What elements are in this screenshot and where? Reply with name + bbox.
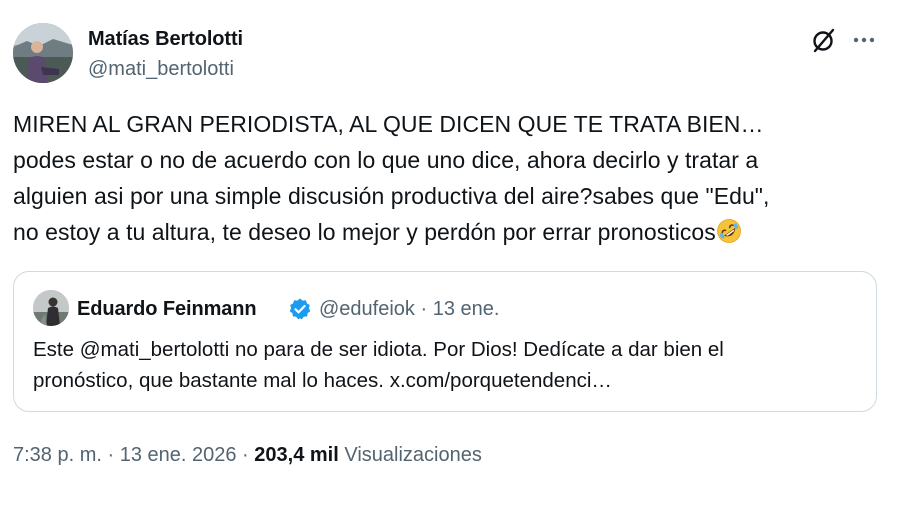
grok-icon[interactable] [808, 24, 840, 56]
tweet-text-line: MIREN AL GRAN PERIODISTA, AL QUE DICEN Q… [13, 111, 764, 137]
views-label: Visualizaciones [344, 444, 482, 466]
verified-badge-icon [288, 297, 312, 321]
quoted-text: Este @mati_bertolotti no para de ser idi… [33, 334, 863, 396]
tweet-text: MIREN AL GRAN PERIODISTA, AL QUE DICEN Q… [13, 106, 888, 250]
quoted-author-name[interactable]: Eduardo Feinmann [77, 296, 257, 322]
tweet-text-line-last: no estoy a tu altura, te deseo lo mejor … [13, 214, 888, 250]
tweet-card: Matías Bertolotti @mati_bertolotti MIREN… [0, 0, 900, 505]
quoted-tweet[interactable]: Eduardo Feinmann @edufeiok · 13 ene. Est… [13, 271, 877, 412]
more-options-icon[interactable] [848, 24, 880, 56]
views-count: 203,4 mil [254, 444, 339, 466]
timestamp-link[interactable]: 7:38 p. m. · 13 ene. 2026 · [13, 444, 254, 466]
quoted-author-avatar[interactable] [33, 290, 69, 326]
tweet-text-line: alguien asi por una simple discusión pro… [13, 183, 770, 209]
quoted-text-line: pronóstico, que bastante mal lo haces. x… [33, 369, 612, 392]
tweet-text-line: podes estar o no de acuerdo con lo que u… [13, 147, 759, 173]
quoted-handle-date[interactable]: @edufeiok · 13 ene. [319, 296, 499, 322]
author-avatar[interactable] [13, 23, 73, 83]
author-name[interactable]: Matías Bertolotti [88, 26, 243, 52]
author-handle[interactable]: @mati_bertolotti [88, 56, 234, 82]
rolling-on-floor-laughing-emoji-icon [716, 218, 742, 244]
quoted-text-line: Este @mati_bertolotti no para de ser idi… [33, 338, 724, 361]
tweet-footer: 7:38 p. m. · 13 ene. 2026 · 203,4 mil Vi… [13, 442, 482, 468]
tweet-text-line-content: no estoy a tu altura, te deseo lo mejor … [13, 219, 716, 245]
